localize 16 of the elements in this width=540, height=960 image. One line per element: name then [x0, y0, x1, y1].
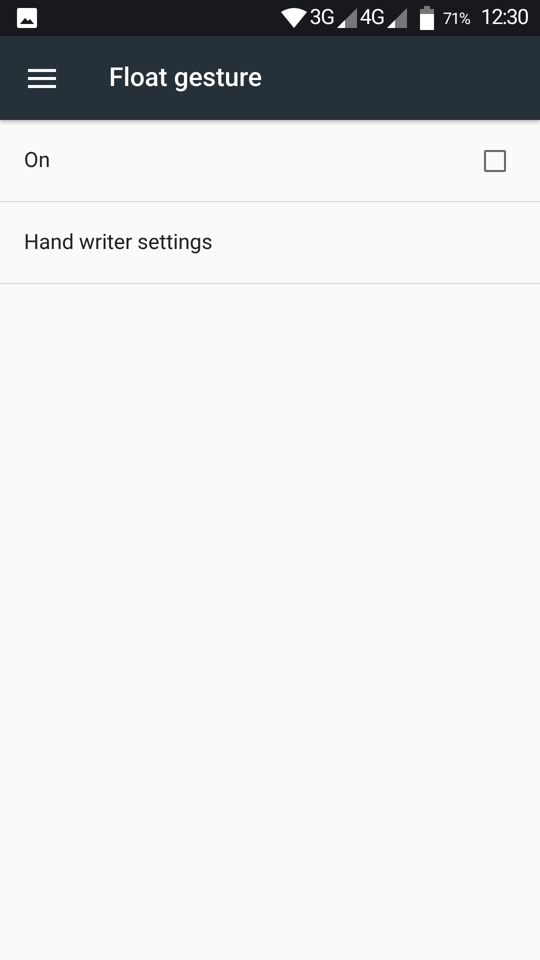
battery-icon: [420, 6, 434, 30]
screen-title: Float gesture: [109, 63, 262, 93]
settings-row[interactable]: On: [0, 120, 540, 202]
signal-icon: [387, 8, 407, 28]
setting-label: Hand writer settings: [24, 230, 214, 254]
wifi-icon: [280, 8, 307, 28]
battery-percent: 71%: [443, 8, 470, 28]
network-label: 4G: [360, 6, 384, 30]
settings-row[interactable]: Hand writer settings: [0, 202, 540, 284]
checkbox[interactable]: [484, 150, 506, 172]
clock-time: 12:30: [480, 6, 528, 30]
network-label: 3G: [310, 6, 334, 30]
setting-label: On: [24, 148, 52, 172]
image-icon: [17, 8, 37, 28]
signal-icon: [336, 8, 357, 28]
menu-icon[interactable]: [28, 68, 56, 88]
